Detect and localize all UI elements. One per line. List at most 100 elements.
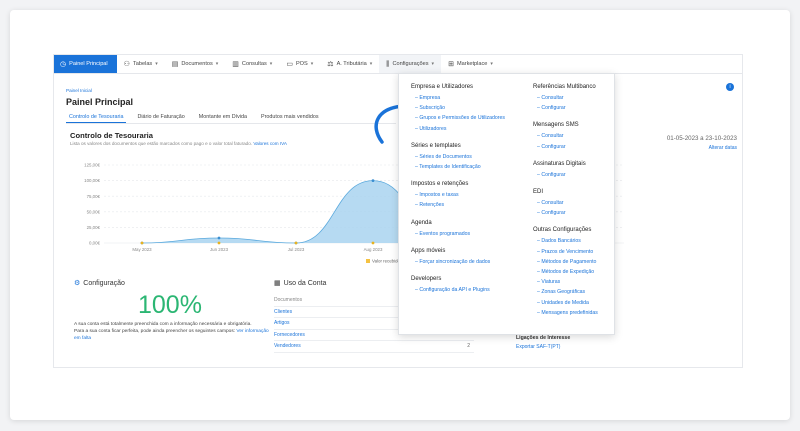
dropdown-group-heading: Empresa e Utilizadores (411, 84, 474, 90)
dropdown-group-heading: Assinaturas Digitais (533, 160, 586, 167)
y-tick-label: 50,00€ (87, 209, 101, 214)
y-tick-label: 0,00€ (89, 241, 101, 246)
gear-icon: ⚙ (74, 280, 81, 287)
dropdown-link-consultar[interactable]: – Consultar (537, 131, 613, 141)
dropdown-link-label: Mensagens predefinidas (541, 309, 598, 316)
dropdown-link-label: Métodos de Expedição (541, 269, 595, 276)
nav-a-tributaria[interactable]: ⚖ A. Tributária ▾ (320, 55, 379, 73)
tab-diario-de-faturacao[interactable]: Diário de Faturação (134, 113, 187, 123)
chevron-down-icon: ▾ (215, 61, 219, 67)
dropdown-link-forcar-sincronizacao-de-dados[interactable]: – Forçar sincronização de dados (415, 257, 521, 267)
dropdown-link-configurar[interactable]: – Configurar (537, 170, 613, 180)
dropdown-link-consultar[interactable]: – Consultar (537, 93, 613, 103)
dropdown-group-heading: Outras Configurações (533, 227, 592, 234)
nav-label: Configurações (392, 61, 429, 67)
dropdown-link-consultar[interactable]: – Consultar (537, 198, 613, 208)
nav-pos[interactable]: ▭ POS ▾ (279, 55, 320, 73)
tab-montante-em-divida[interactable]: Montante em Dívida (196, 113, 250, 123)
dropdown-group-outras-configuracoes: Outras Configurações – Dados Bancários – P… (533, 227, 613, 318)
breadcrumb[interactable]: Painel Inicial (66, 88, 92, 93)
nav-consultas[interactable]: ▥ Consultas ▾ (225, 55, 279, 73)
dropdown-link-subscricao[interactable]: – Subscrição (415, 103, 521, 113)
dropdown-link-mensagens-predefinidas[interactable]: – Mensagens predefinidas (537, 308, 613, 318)
dropdown-link-label: Configurar (541, 143, 566, 150)
sliders-icon: ⫼ (386, 60, 390, 68)
config-text-2-body: Para a sua conta ficar perfeita, pode ai… (74, 329, 236, 335)
dropdown-link-label: Eventos programados (419, 230, 471, 237)
dropdown-link-label: Viaturas (541, 279, 561, 286)
dropdown-link-eventos-programados[interactable]: – Eventos programados (415, 229, 521, 239)
dropdown-group-heading: Referências Multibanco (533, 84, 596, 90)
treasury-desc-text: Lista os valores dos documentos que estã… (70, 141, 253, 146)
dropdown-link-zonas-geograficas[interactable]: – Zonas Geográficas (537, 287, 613, 297)
dropdown-link-label: Subscrição (419, 105, 445, 112)
dropdown-link-label: Configurar (541, 210, 566, 217)
usage-count: 2 (467, 343, 470, 350)
nav-documentos[interactable]: ▤ Documentos ▾ (165, 55, 226, 73)
dropdown-link-label: Forçar sincronização de dados (419, 258, 491, 265)
dashboard-tabs: Controlo de Tesouraria Diário de Faturaçã… (66, 113, 396, 124)
dropdown-link-prazos-de-vencimento[interactable]: – Prazos de Vencimento (537, 247, 613, 257)
table-icon: ▦ (274, 280, 281, 287)
dropdown-link-utilizadores[interactable]: – Utilizadores (415, 124, 521, 134)
vat-values-link[interactable]: Valores com IVA (253, 141, 287, 146)
dropdown-link-impostos-e-taxas[interactable]: – Impostos e taxas (415, 190, 521, 200)
dropdown-link-templates-de-identificacao[interactable]: – Templates de Identificação (415, 162, 521, 172)
dropdown-link-series-de-documentos[interactable]: – Séries de Documentos (415, 152, 521, 162)
usage-label: Documentos (274, 297, 303, 304)
nav-label: Consultas (241, 61, 267, 67)
dropdown-link-label: Templates de Identificação (419, 164, 481, 171)
y-tick-label: 25,00€ (87, 225, 101, 230)
config-title: ⚙ Configuração (74, 279, 125, 288)
links-title: Ligações de Interesse (516, 335, 571, 341)
dropdown-group-developers: Developers – Configuração da API e Plugin… (411, 276, 521, 295)
point-valor-recebido (371, 241, 375, 245)
dropdown-link-label: Grupos e Permissões de Utilizadores (419, 115, 505, 122)
dropdown-link-label: Utilizadores (419, 125, 447, 132)
chevron-down-icon: ▾ (269, 61, 273, 67)
nav-marketplace[interactable]: ⊞ Marketplace ▾ (441, 55, 500, 73)
dropdown-link-configuracao-da-api-e-plugins[interactable]: – Configuração da API e Plugins (415, 285, 521, 295)
dropdown-group-heading: Mensagens SMS (533, 122, 579, 129)
export-saft-link[interactable]: Exportar SAF-T(PT) (516, 344, 560, 350)
dropdown-link-retencoes[interactable]: – Retenções (415, 200, 521, 210)
nav-painel-principal[interactable]: ◷ Painel Principal (54, 55, 117, 73)
info-icon[interactable]: i (726, 83, 734, 91)
dropdown-group-agenda: Agenda – Eventos programados (411, 220, 521, 239)
tab-produtos-mais-vendidos[interactable]: Produtos mais vendidos (258, 113, 322, 123)
change-dates-link[interactable]: Alterar datas (709, 145, 737, 151)
dropdown-link-metodos-de-expedicao[interactable]: – Métodos de Expedição (537, 267, 613, 277)
usage-row-vendedores[interactable]: Vendedores 2 (274, 341, 474, 353)
chevron-down-icon: ▾ (431, 61, 435, 67)
dropdown-link-empresa[interactable]: – Empresa (415, 93, 521, 103)
nav-configuracoes[interactable]: ⫼ Configurações ▾ (379, 55, 442, 73)
nav-label: POS (295, 61, 308, 67)
dropdown-link-configurar[interactable]: – Configurar (537, 142, 613, 152)
dropdown-link-unidades-de-medida[interactable]: – Unidades de Medida (537, 298, 613, 308)
nav-tabelas[interactable]: ⚇ Tabelas ▾ (117, 55, 165, 73)
tab-controlo-de-tesouraria[interactable]: Controlo de Tesouraria (66, 113, 127, 123)
x-tick-label: Aug 2023 (364, 247, 383, 252)
dropdown-link-label: Unidades de Medida (541, 299, 589, 306)
grid-icon: ⊞ (448, 60, 454, 68)
dropdown-link-configurar[interactable]: – Configurar (537, 103, 613, 113)
dropdown-link-label: Dados Bancários (541, 238, 581, 245)
dropdown-link-viaturas[interactable]: – Viaturas (537, 277, 613, 287)
dropdown-link-label: Impostos e taxas (419, 192, 459, 199)
point-valor-recebido (217, 241, 221, 245)
treasury-description: Lista os valores dos documentos que estã… (70, 141, 287, 146)
dropdown-right-column: Referências Multibanco – Consultar – Confi… (533, 84, 613, 327)
chevron-down-icon: ▾ (490, 61, 493, 67)
usage-title: ▦ Uso da Conta (274, 279, 327, 288)
dropdown-link-metodos-de-pagamento[interactable]: – Métodos de Pagamento (537, 257, 613, 267)
chevron-down-icon: ▾ (310, 61, 314, 67)
dropdown-link-dados-bancarios[interactable]: – Dados Bancários (537, 236, 613, 246)
chevron-down-icon: ▾ (155, 61, 158, 67)
usage-label: Vendedores (274, 343, 301, 350)
dropdown-link-configurar[interactable]: – Configurar (537, 208, 613, 218)
dropdown-link-label: Séries de Documentos (419, 153, 472, 160)
usage-title-text: Uso da Conta (283, 279, 327, 287)
dropdown-link-grupos-e-permissoes-de-utilizadores[interactable]: – Grupos e Permissões de Utilizadores (415, 113, 521, 123)
dropdown-link-label: Configurar (541, 171, 566, 178)
dropdown-group-impostos-e-retencoes: Impostos e retenções – Impostos e taxas – … (411, 181, 521, 210)
